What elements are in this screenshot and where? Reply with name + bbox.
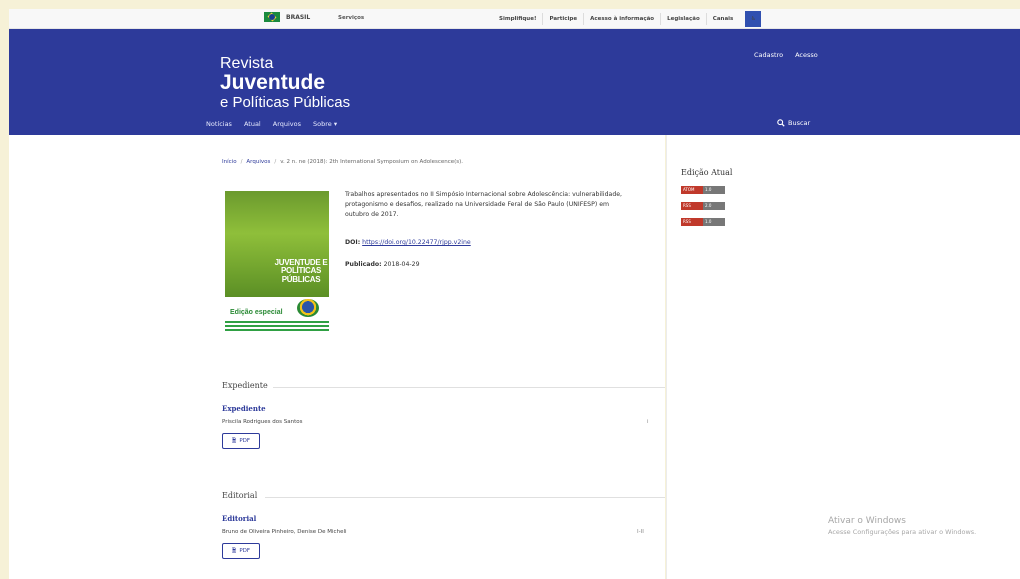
issue-cover[interactable]: JUVENTUDE E POLÍTICAS PÚBLICAS Edição es… <box>225 191 329 339</box>
breadcrumb-home[interactable]: Início <box>222 159 237 165</box>
badge-left: RSS <box>681 202 703 210</box>
issue-published: Publicado: 2018-04-29 <box>345 261 420 268</box>
article-pages: i <box>647 419 649 425</box>
issue-doi: DOI: https://doi.org/10.22477/rjpp.v2ine <box>345 239 471 246</box>
article-title[interactable]: Editorial <box>222 514 256 523</box>
main-content: Início / Arquivos / v. 2 n. ne (2018): 2th I… <box>207 135 665 579</box>
section-divider <box>265 497 665 498</box>
rss2-feed-badge[interactable]: RSS 2.0 <box>681 202 725 210</box>
cover-title: JUVENTUDE E POLÍTICAS PÚBLICAS <box>274 258 328 284</box>
logo-line-3: e Políticas Públicas <box>220 94 351 111</box>
main-nav: Notícias Atual Arquivos Sobre ▾ <box>206 120 337 128</box>
file-icon: 🗎 <box>231 437 237 444</box>
issue-description: Trabalhos apresentados no II Simpósio In… <box>345 191 623 218</box>
badge-right: 1.0 <box>703 186 725 194</box>
user-nav: Cadastro Acesso <box>754 51 818 59</box>
accessibility-icon: ♿ <box>750 16 756 22</box>
doi-label: DOI: <box>345 239 361 246</box>
breadcrumb-separator: / <box>240 159 243 165</box>
published-date: 2018-04-29 <box>383 261 420 268</box>
page-margin <box>9 135 207 579</box>
article-title[interactable]: Expediente <box>222 404 266 413</box>
badge-left: ATOM <box>681 186 703 194</box>
cover-image: JUVENTUDE E POLÍTICAS PÚBLICAS <box>225 191 329 297</box>
logo-line-2: Juventude <box>220 71 326 94</box>
search-link[interactable]: Buscar <box>777 119 810 127</box>
breadcrumb: Início / Arquivos / v. 2 n. ne (2018): 2th I… <box>222 159 463 165</box>
servicos-link[interactable]: Serviços <box>338 15 364 21</box>
login-link[interactable]: Acesso <box>795 51 818 59</box>
section-title: Expediente <box>222 381 268 390</box>
article-authors: Priscila Rodrigues dos Santos <box>222 419 303 425</box>
nav-noticias[interactable]: Notícias <box>206 120 232 128</box>
nav-atual[interactable]: Atual <box>244 120 261 128</box>
search-icon <box>777 119 785 127</box>
journal-logo[interactable]: Revista Juventude e Políticas Públicas <box>220 55 351 111</box>
doi-link[interactable]: https://doi.org/10.22477/rjpp.v2ine <box>362 239 471 246</box>
file-icon: 🗎 <box>231 547 237 554</box>
badge-left: RSS <box>681 218 703 226</box>
sidebar-title: Edição Atual <box>681 168 733 177</box>
brazil-flag-icon <box>264 12 280 22</box>
watermark-line-1: Ativar o Windows <box>828 516 906 526</box>
gov-link-acesso-informacao[interactable]: Acesso à informação <box>583 13 660 25</box>
gov-links: Simplifique! Participe Acesso à informaç… <box>493 11 762 27</box>
cover-stripes <box>225 321 329 335</box>
section-divider <box>273 387 665 388</box>
badge-right: 1.0 <box>703 218 725 226</box>
pdf-button[interactable]: 🗎 PDF <box>222 543 260 559</box>
rss1-feed-badge[interactable]: RSS 1.0 <box>681 218 725 226</box>
pdf-button[interactable]: 🗎 PDF <box>222 433 260 449</box>
gov-bar: BRASIL Serviços Simplifique! Participe A… <box>9 9 1020 29</box>
site-header: Revista Juventude e Políticas Públicas C… <box>9 29 1020 135</box>
article-authors: Bruno de Oliveira Pinheiro, Denise De Mi… <box>222 529 347 535</box>
breadcrumb-archives[interactable]: Arquivos <box>246 159 270 165</box>
badge-right: 2.0 <box>703 202 725 210</box>
brasil-link[interactable]: BRASIL <box>264 12 310 22</box>
gov-link-participe[interactable]: Participe <box>542 13 583 25</box>
brasil-label: BRASIL <box>286 13 311 21</box>
pdf-label: PDF <box>239 438 251 444</box>
watermark-line-2: Acesse Configurações para ativar o Windo… <box>828 528 977 536</box>
gov-link-legislacao[interactable]: Legislação <box>660 13 706 25</box>
register-link[interactable]: Cadastro <box>754 51 783 59</box>
cover-edition-label: Edição especial <box>230 309 283 316</box>
logo-line-1: Revista <box>220 55 274 72</box>
nav-sobre[interactable]: Sobre ▾ <box>313 120 337 128</box>
section-title: Editorial <box>222 491 258 500</box>
nav-arquivos[interactable]: Arquivos <box>273 120 301 128</box>
sidebar: Edição Atual ATOM 1.0 RSS 2.0 RSS 1.0 <box>666 135 1020 579</box>
windows-activation-watermark: Ativar o Windows Acesse Configurações pa… <box>828 516 976 536</box>
pdf-label: PDF <box>239 548 251 554</box>
breadcrumb-current: v. 2 n. ne (2018): 2th International Sym… <box>280 159 464 165</box>
gov-link-canais[interactable]: Canais <box>705 13 740 25</box>
breadcrumb-separator: / <box>274 159 277 165</box>
gov-link-simplifique[interactable]: Simplifique! <box>493 13 542 25</box>
article-pages: I-II <box>637 529 644 535</box>
atom-feed-badge[interactable]: ATOM 1.0 <box>681 186 725 194</box>
search-label: Buscar <box>788 119 811 127</box>
published-label: Publicado: <box>345 261 382 268</box>
cover-seal-icon <box>297 299 319 317</box>
accessibility-button[interactable]: ♿ <box>745 11 762 27</box>
